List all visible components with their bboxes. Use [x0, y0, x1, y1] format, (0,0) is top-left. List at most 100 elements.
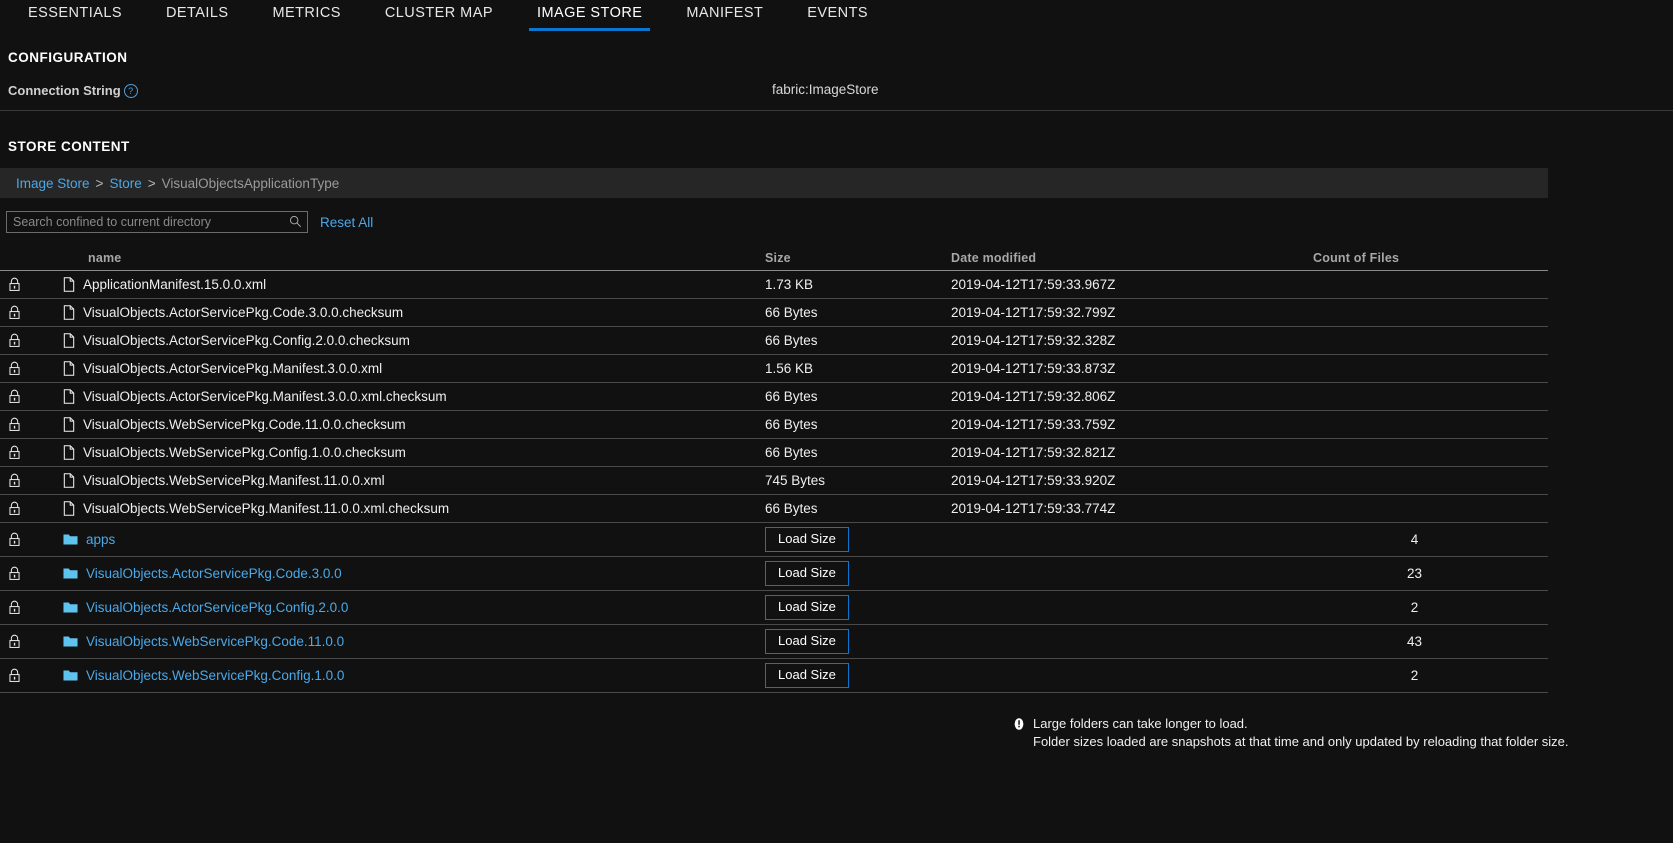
file-icon — [63, 361, 75, 376]
tab-details[interactable]: DETAILS — [144, 4, 251, 31]
row-name-cell: ApplicationManifest.15.0.0.xml — [28, 277, 765, 292]
tab-essentials[interactable]: ESSENTIALS — [6, 4, 144, 31]
table-row[interactable]: VisualObjects.WebServicePkg.Config.1.0.0… — [0, 659, 1548, 693]
tab-events[interactable]: EVENTS — [785, 4, 890, 31]
row-size-cell: 1.73 KB — [765, 276, 951, 294]
folder-name-link[interactable]: apps — [86, 532, 115, 547]
row-date-value: 2019-04-12T17:59:33.873Z — [951, 360, 1116, 376]
help-circle-icon[interactable]: ? — [123, 84, 138, 98]
search-input[interactable] — [7, 212, 307, 232]
row-lock-cell — [0, 566, 28, 581]
row-count-value: 23 — [1406, 565, 1423, 581]
table-row[interactable]: VisualObjects.WebServicePkg.Manifest.11.… — [0, 467, 1548, 495]
row-lock-cell — [0, 361, 28, 376]
search-box[interactable] — [6, 211, 308, 233]
folder-name-link[interactable]: VisualObjects.ActorServicePkg.Config.2.0… — [86, 600, 348, 615]
folder-icon — [63, 534, 78, 545]
file-icon — [63, 417, 75, 432]
row-lock-cell — [0, 668, 28, 683]
folder-icon — [63, 670, 78, 681]
row-lock-cell — [0, 501, 28, 516]
row-size-value: 66 Bytes — [765, 444, 818, 460]
tab-manifest[interactable]: MANIFEST — [664, 4, 785, 31]
table-row[interactable]: VisualObjects.ActorServicePkg.Code.3.0.0… — [0, 299, 1548, 327]
row-date-value: 2019-04-12T17:59:32.799Z — [951, 304, 1116, 320]
file-icon — [63, 501, 75, 516]
row-count-cell: 23 — [1281, 565, 1548, 583]
connection-string-row: Connection String? fabric:ImageStore — [0, 82, 1673, 111]
table-row[interactable]: apps Load Size 4 — [0, 523, 1548, 557]
table-row[interactable]: VisualObjects.WebServicePkg.Config.1.0.0… — [0, 439, 1548, 467]
row-size-value: 745 Bytes — [765, 472, 826, 488]
table-header-row: name Size Date modified Count of Files — [0, 245, 1548, 271]
row-date-value: 2019-04-12T17:59:33.774Z — [951, 500, 1116, 516]
lock-icon — [8, 389, 20, 403]
row-name-cell: VisualObjects.ActorServicePkg.Config.2.0… — [28, 600, 765, 615]
breadcrumb-item-0[interactable]: Image Store — [16, 176, 90, 191]
row-count-value: 43 — [1406, 633, 1423, 649]
row-name-cell: VisualObjects.ActorServicePkg.Manifest.3… — [28, 361, 765, 376]
configuration-section-title: CONFIGURATION — [8, 50, 128, 65]
breadcrumb-item-2: VisualObjectsApplicationType — [161, 175, 340, 191]
row-date-value: 2019-04-12T17:59:32.806Z — [951, 388, 1116, 404]
load-size-button[interactable]: Load Size — [765, 663, 849, 688]
lock-icon — [8, 277, 20, 291]
row-name-cell: VisualObjects.ActorServicePkg.Code.3.0.0 — [28, 566, 765, 581]
table-row[interactable]: ApplicationManifest.15.0.0.xml 1.73 KB 201… — [0, 271, 1548, 299]
row-lock-cell — [0, 532, 28, 547]
row-size-cell: Load Size — [765, 561, 951, 586]
file-icon — [63, 473, 75, 488]
row-size-value: 1.56 KB — [765, 360, 814, 376]
tab-bar: ESSENTIALS DETAILS METRICS CLUSTER MAP IMAGE… — [0, 0, 1673, 36]
load-size-button[interactable]: Load Size — [765, 595, 849, 620]
file-name-label: VisualObjects.ActorServicePkg.Manifest.3… — [83, 389, 447, 404]
tab-metrics[interactable]: METRICS — [250, 4, 362, 31]
table-row[interactable]: VisualObjects.WebServicePkg.Code.11.0.0.… — [0, 411, 1548, 439]
table-row[interactable]: VisualObjects.ActorServicePkg.Config.2.0… — [0, 327, 1548, 355]
row-size-value: 1.73 KB — [765, 276, 814, 292]
table-row[interactable]: VisualObjects.ActorServicePkg.Manifest.3… — [0, 383, 1548, 411]
row-date-cell: 2019-04-12T17:59:32.806Z — [951, 388, 1281, 406]
lock-icon — [8, 445, 20, 459]
store-content-table: name Size Date modified Count of Files A… — [0, 245, 1548, 693]
lock-icon — [8, 501, 20, 515]
row-size-cell: 1.56 KB — [765, 360, 951, 378]
row-count-cell: 4 — [1281, 531, 1548, 549]
breadcrumb-item-1[interactable]: Store — [109, 176, 141, 191]
load-size-button[interactable]: Load Size — [765, 527, 849, 552]
row-name-cell: VisualObjects.ActorServicePkg.Config.2.0… — [28, 333, 765, 348]
row-date-value: 2019-04-12T17:59:32.328Z — [951, 332, 1116, 348]
table-row[interactable]: VisualObjects.WebServicePkg.Code.11.0.0 L… — [0, 625, 1548, 659]
row-lock-cell — [0, 389, 28, 404]
tab-cluster-map[interactable]: CLUSTER MAP — [363, 4, 515, 31]
row-size-value: 66 Bytes — [765, 416, 818, 432]
load-size-button[interactable]: Load Size — [765, 629, 849, 654]
table-row[interactable]: VisualObjects.ActorServicePkg.Config.2.0… — [0, 591, 1548, 625]
row-size-cell: 66 Bytes — [765, 388, 951, 406]
row-lock-cell — [0, 600, 28, 615]
tab-image-store[interactable]: IMAGE STORE — [515, 4, 664, 31]
header-size: Size — [765, 250, 791, 265]
store-content-section-title: STORE CONTENT — [8, 139, 130, 154]
row-date-value: 2019-04-12T17:59:33.759Z — [951, 416, 1116, 432]
reset-all-button[interactable]: Reset All — [320, 215, 373, 230]
table-row[interactable]: VisualObjects.ActorServicePkg.Code.3.0.0… — [0, 557, 1548, 591]
breadcrumb-separator: > — [147, 175, 156, 191]
folder-name-link[interactable]: VisualObjects.ActorServicePkg.Code.3.0.0 — [86, 566, 342, 581]
image-store-page: ESSENTIALS DETAILS METRICS CLUSTER MAP IMAGE… — [0, 0, 1673, 843]
folder-name-link[interactable]: VisualObjects.WebServicePkg.Config.1.0.0 — [86, 668, 344, 683]
row-lock-cell — [0, 473, 28, 488]
table-row[interactable]: VisualObjects.ActorServicePkg.Manifest.3… — [0, 355, 1548, 383]
row-size-cell: Load Size — [765, 595, 951, 620]
row-count-cell: 2 — [1281, 667, 1548, 685]
load-size-button[interactable]: Load Size — [765, 561, 849, 586]
row-date-cell: 2019-04-12T17:59:32.799Z — [951, 304, 1281, 322]
row-size-cell: 745 Bytes — [765, 472, 951, 490]
lock-icon — [8, 634, 20, 648]
row-name-cell: VisualObjects.ActorServicePkg.Code.3.0.0… — [28, 305, 765, 320]
file-name-label: VisualObjects.ActorServicePkg.Manifest.3… — [83, 361, 383, 376]
folder-name-link[interactable]: VisualObjects.WebServicePkg.Code.11.0.0 — [86, 634, 344, 649]
row-lock-cell — [0, 634, 28, 649]
row-date-cell: 2019-04-12T17:59:33.774Z — [951, 500, 1281, 518]
table-row[interactable]: VisualObjects.WebServicePkg.Manifest.11.… — [0, 495, 1548, 523]
